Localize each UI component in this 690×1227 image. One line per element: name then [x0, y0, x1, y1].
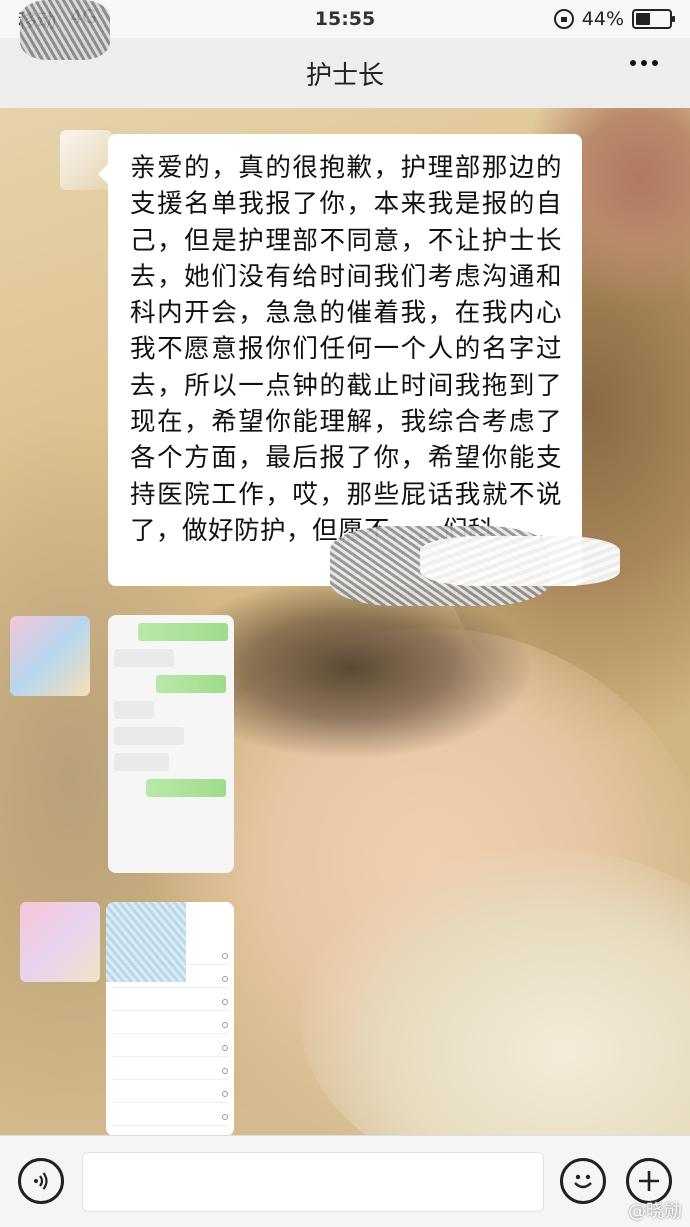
rotation-lock-icon — [553, 9, 574, 29]
battery-percent: 44% — [581, 8, 624, 30]
message-image-2[interactable] — [106, 902, 234, 1136]
redaction-scribble — [420, 536, 620, 586]
watermark: @晓勋 — [628, 1201, 682, 1222]
status-right: 44% — [553, 8, 675, 30]
chat-title: 护士长 — [305, 60, 384, 91]
message-image-1[interactable] — [108, 615, 234, 873]
battery-icon — [632, 9, 675, 29]
user-avatar[interactable] — [20, 902, 100, 982]
emoji-icon[interactable] — [560, 1158, 606, 1204]
message-input[interactable] — [82, 1152, 544, 1212]
battery-fill — [636, 13, 651, 25]
user-avatar[interactable] — [10, 616, 90, 696]
message-bubble-text[interactable]: 亲爱的，真的很抱歉，护理部那边的支援名单我报了你，本来我是报的自己，但是护理部不… — [98, 134, 582, 586]
more-dots-icon[interactable] — [630, 60, 658, 66]
message-text: 亲爱的，真的很抱歉，护理部那边的支援名单我报了你，本来我是报的自己，但是护理部不… — [130, 153, 562, 546]
input-bar: @晓勋 — [0, 1135, 690, 1227]
voice-icon[interactable] — [18, 1158, 64, 1204]
redaction-scribble — [20, 0, 110, 60]
